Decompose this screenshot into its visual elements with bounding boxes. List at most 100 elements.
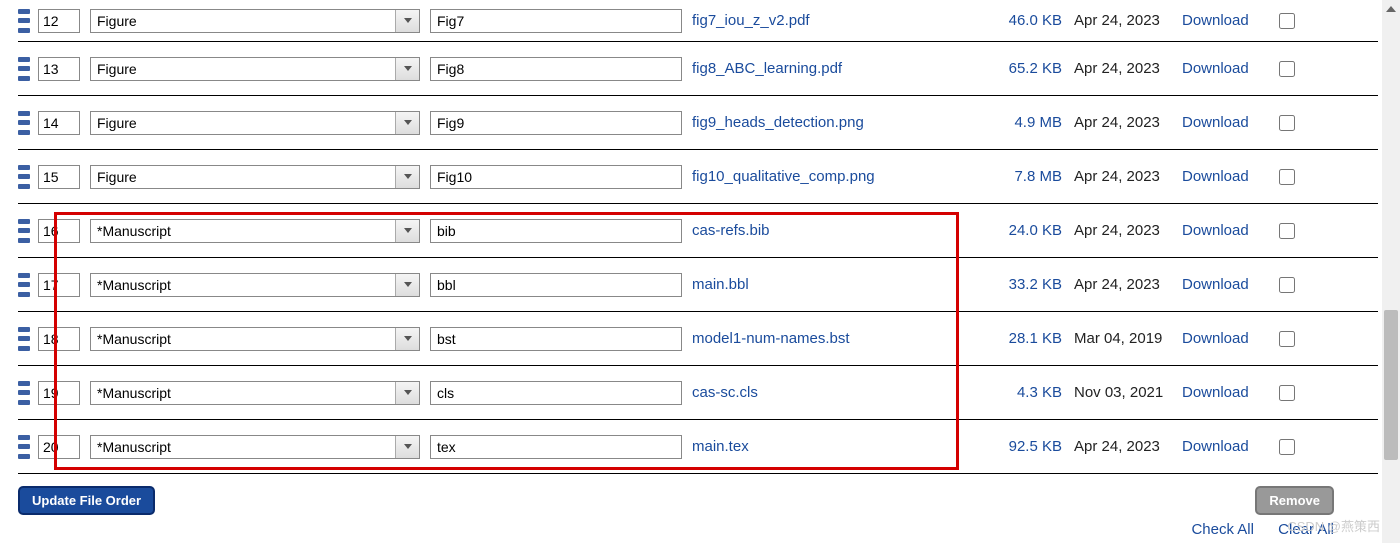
scroll-up-icon[interactable] [1382,0,1400,18]
download-link[interactable]: Download [1182,60,1262,77]
order-input[interactable] [38,435,80,459]
chevron-down-icon[interactable] [395,112,419,134]
filename-link[interactable]: fig7_iou_z_v2.pdf [692,12,992,29]
scrollbar[interactable] [1382,0,1400,543]
select-checkbox[interactable] [1272,331,1302,347]
type-select[interactable]: *Manuscript [90,435,420,459]
chevron-down-icon[interactable] [395,58,419,80]
type-select[interactable]: *Manuscript [90,219,420,243]
chevron-down-icon[interactable] [395,382,419,404]
description-input[interactable] [430,273,682,297]
file-size: 7.8 MB [992,168,1062,185]
download-link[interactable]: Download [1182,330,1262,347]
type-select[interactable]: *Manuscript [90,327,420,351]
chevron-down-icon[interactable] [395,166,419,188]
type-select-value: *Manuscript [91,221,395,241]
type-select-value: Figure [91,167,395,187]
order-input[interactable] [38,9,80,33]
type-select[interactable]: Figure [90,9,420,33]
description-input[interactable] [430,9,682,33]
download-link[interactable]: Download [1182,384,1262,401]
select-checkbox[interactable] [1272,277,1302,293]
type-select[interactable]: *Manuscript [90,273,420,297]
file-date: Apr 24, 2023 [1074,222,1174,239]
filename-link[interactable]: main.tex [692,438,992,455]
type-select[interactable]: *Manuscript [90,381,420,405]
filename-link[interactable]: model1-num-names.bst [692,330,992,347]
download-link[interactable]: Download [1182,222,1262,239]
drag-handle-icon[interactable] [18,165,30,189]
description-input[interactable] [430,165,682,189]
order-input[interactable] [38,111,80,135]
order-input[interactable] [38,57,80,81]
table-row: *Manuscript model1-num-names.bst 28.1 KB… [18,312,1378,366]
table-row: Figure fig8_ABC_learning.pdf 65.2 KB Apr… [18,42,1378,96]
drag-handle-icon[interactable] [18,9,30,33]
select-checkbox[interactable] [1272,439,1302,455]
chevron-down-icon[interactable] [395,10,419,32]
select-checkbox[interactable] [1272,61,1302,77]
download-link[interactable]: Download [1182,276,1262,293]
drag-handle-icon[interactable] [18,273,30,297]
file-date: Apr 24, 2023 [1074,438,1174,455]
order-input[interactable] [38,381,80,405]
download-link[interactable]: Download [1182,168,1262,185]
order-input[interactable] [38,327,80,351]
filename-link[interactable]: main.bbl [692,276,992,293]
select-checkbox[interactable] [1272,169,1302,185]
drag-handle-icon[interactable] [18,435,30,459]
download-link[interactable]: Download [1182,12,1262,29]
filename-link[interactable]: fig9_heads_detection.png [692,114,992,131]
check-all-link[interactable]: Check All [1191,521,1254,538]
description-input[interactable] [430,435,682,459]
filename-link[interactable]: cas-sc.cls [692,384,992,401]
order-input[interactable] [38,219,80,243]
type-select[interactable]: Figure [90,57,420,81]
file-size: 46.0 KB [992,12,1062,29]
chevron-down-icon[interactable] [395,220,419,242]
file-date: Apr 24, 2023 [1074,276,1174,293]
remove-button[interactable]: Remove [1255,486,1334,515]
filename-link[interactable]: cas-refs.bib [692,222,992,239]
download-link[interactable]: Download [1182,114,1262,131]
drag-handle-icon[interactable] [18,219,30,243]
table-row: *Manuscript main.tex 92.5 KB Apr 24, 202… [18,420,1378,474]
table-row: *Manuscript cas-sc.cls 4.3 KB Nov 03, 20… [18,366,1378,420]
file-date: Apr 24, 2023 [1074,60,1174,77]
filename-link[interactable]: fig8_ABC_learning.pdf [692,60,992,77]
description-input[interactable] [430,381,682,405]
file-size: 4.3 KB [992,384,1062,401]
file-list-table: Figure fig7_iou_z_v2.pdf 46.0 KB Apr 24,… [18,0,1378,474]
type-select-value: *Manuscript [91,383,395,403]
drag-handle-icon[interactable] [18,111,30,135]
description-input[interactable] [430,111,682,135]
order-input[interactable] [38,165,80,189]
type-select-value: Figure [91,113,395,133]
type-select[interactable]: Figure [90,111,420,135]
select-checkbox[interactable] [1272,223,1302,239]
file-size: 4.9 MB [992,114,1062,131]
type-select-value: Figure [91,11,395,31]
select-checkbox[interactable] [1272,115,1302,131]
filename-link[interactable]: fig10_qualitative_comp.png [692,168,992,185]
scrollbar-thumb[interactable] [1384,310,1398,460]
chevron-down-icon[interactable] [395,274,419,296]
drag-handle-icon[interactable] [18,381,30,405]
type-select-value: *Manuscript [91,437,395,457]
table-row: *Manuscript cas-refs.bib 24.0 KB Apr 24,… [18,204,1378,258]
description-input[interactable] [430,219,682,243]
type-select[interactable]: Figure [90,165,420,189]
file-size: 92.5 KB [992,438,1062,455]
download-link[interactable]: Download [1182,438,1262,455]
chevron-down-icon[interactable] [395,328,419,350]
description-input[interactable] [430,327,682,351]
update-file-order-button[interactable]: Update File Order [18,486,155,515]
drag-handle-icon[interactable] [18,57,30,81]
order-input[interactable] [38,273,80,297]
chevron-down-icon[interactable] [395,436,419,458]
select-checkbox[interactable] [1272,385,1302,401]
select-checkbox[interactable] [1272,13,1302,29]
table-row: Figure fig9_heads_detection.png 4.9 MB A… [18,96,1378,150]
description-input[interactable] [430,57,682,81]
drag-handle-icon[interactable] [18,327,30,351]
